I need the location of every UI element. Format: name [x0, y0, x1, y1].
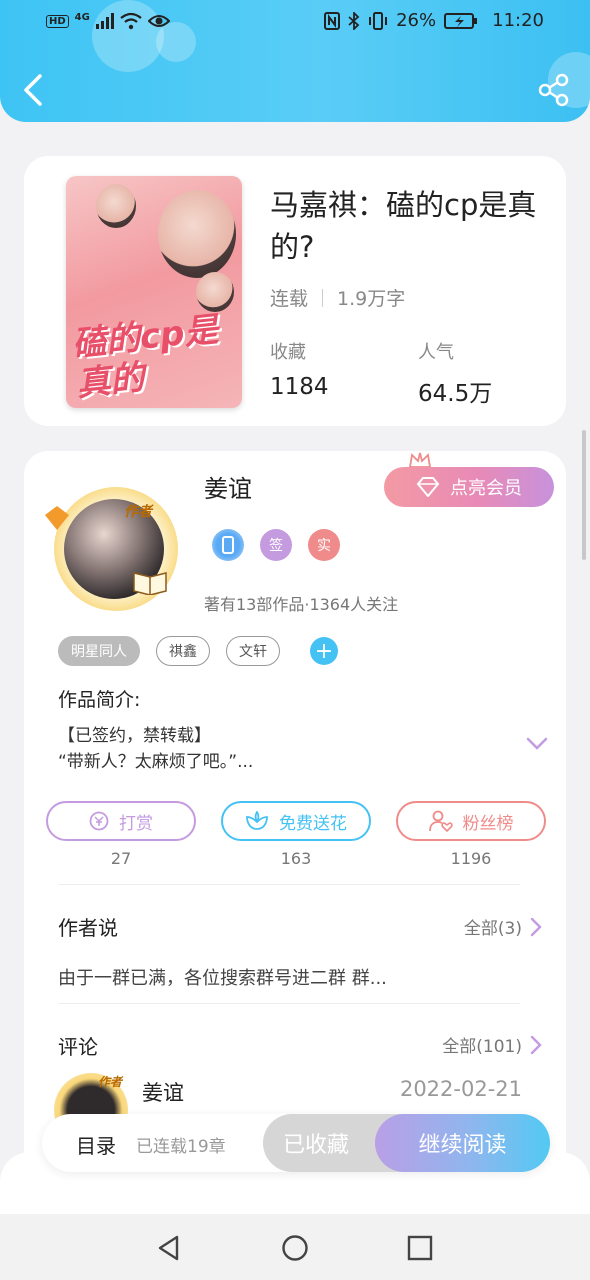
- activate-vip-button[interactable]: 点亮会员: [384, 467, 554, 507]
- reward-count: 27: [110, 849, 132, 868]
- author-avatar[interactable]: 作者: [40, 483, 194, 611]
- flower-icon: [246, 811, 268, 830]
- action-row: 打赏 27 免费送花 163 粉丝榜 1196: [46, 801, 546, 868]
- fan-ranking-button[interactable]: 粉丝榜: [396, 801, 546, 841]
- nav-home-icon[interactable]: [281, 1234, 309, 1262]
- book-word-count: 1.9万字: [337, 288, 406, 310]
- coin-icon: [89, 811, 109, 831]
- author-badges: 签 实: [212, 529, 340, 561]
- scrollbar[interactable]: [582, 430, 586, 560]
- book-title: 马嘉祺：磕的cp是真的?: [270, 188, 537, 264]
- book-status: 连载: [270, 288, 309, 310]
- favorites-value: 1184: [270, 374, 329, 400]
- phone-badge-icon: [212, 529, 244, 561]
- cover-portrait: [158, 190, 236, 278]
- comment-author-name[interactable]: 姜谊: [142, 1077, 184, 1107]
- comments-title: 评论: [58, 1035, 98, 1059]
- meta-divider: [322, 288, 324, 307]
- verified-badge: 实: [308, 529, 340, 561]
- tag-chip[interactable]: 祺鑫: [156, 636, 210, 666]
- cover-portrait-small: [196, 272, 234, 312]
- intro-line: “带新人？太麻烦了吧。”...: [58, 752, 254, 772]
- fans-count: 1196: [450, 849, 492, 868]
- chevron-right-icon: [530, 1035, 542, 1054]
- author-says-text[interactable]: 由于一群已满，各位搜索群号进二群 群...: [58, 964, 387, 990]
- eye-icon: [147, 15, 170, 27]
- table-of-contents-button[interactable]: 目录: [76, 1130, 116, 1159]
- comments-more-link[interactable]: 全部(101): [442, 1032, 542, 1057]
- comments-more-label: 全部(101): [442, 1037, 522, 1057]
- divider: [58, 884, 520, 885]
- vibrate-icon: [369, 11, 388, 30]
- system-nav-bar: [0, 1214, 590, 1280]
- intro-line: 【已签约，禁转载】: [58, 726, 211, 746]
- vip-label: 点亮会员: [450, 478, 522, 499]
- tag-chip[interactable]: 文轩: [226, 636, 280, 666]
- comment-date: 2022-02-21: [399, 1077, 522, 1101]
- hd-icon: HD: [46, 14, 69, 28]
- nfc-icon: [324, 11, 341, 30]
- popularity-value: 64.5万: [418, 381, 493, 407]
- signal-icon: [95, 13, 114, 29]
- popularity-stat: 人气 64.5万: [418, 338, 492, 408]
- battery-percent: 26%: [396, 10, 437, 31]
- continue-reading-label: 继续阅读: [418, 1133, 507, 1158]
- cover-title-art: 磕的cp是真的: [70, 309, 221, 405]
- collected-label: 已收藏: [282, 1133, 349, 1158]
- gem-icon: [45, 506, 69, 530]
- popularity-label: 人气: [418, 342, 454, 363]
- book-cover[interactable]: 磕的cp是真的: [66, 176, 242, 408]
- battery-icon: [444, 12, 478, 29]
- chevron-down-icon[interactable]: [526, 737, 548, 751]
- book-icon: [133, 572, 167, 595]
- reward-action: 打赏 27: [46, 801, 196, 868]
- fans-action: 粉丝榜 1196: [396, 801, 546, 868]
- author-frame-tag: 作者: [124, 504, 152, 520]
- author-card: 作者 姜谊 点亮会员 签 实 著有13部作品·1364人关注 明星同人 祺鑫 文…: [24, 451, 566, 1211]
- network-label: 4G: [74, 11, 90, 23]
- free-flower-button[interactable]: 免费送花: [221, 801, 371, 841]
- fan-ranking-label: 粉丝榜: [462, 813, 514, 834]
- author-says-title: 作者说: [58, 916, 118, 940]
- reward-label: 打赏: [119, 813, 153, 834]
- divider: [58, 1003, 520, 1004]
- wifi-icon: [120, 12, 142, 30]
- bottom-action-bar: 目录 已连载19章 已收藏 继续阅读: [42, 1114, 550, 1172]
- nav-recents-icon[interactable]: [406, 1234, 434, 1262]
- fan-heart-icon: [428, 810, 453, 832]
- chapter-count: 已连载19章: [136, 1137, 226, 1157]
- author-stats: 著有13部作品·1364人关注: [204, 595, 399, 614]
- diamond-icon: [416, 477, 440, 497]
- back-icon[interactable]: [18, 72, 50, 108]
- intro-text[interactable]: 【已签约，禁转载】 “带新人？太麻烦了吧。”...: [58, 723, 253, 775]
- clock: 11:20: [492, 10, 544, 31]
- book-meta: 连载 1.9万字: [270, 284, 405, 311]
- favorites-stat: 收藏 1184: [270, 338, 329, 400]
- tag-list: 明星同人 祺鑫 文轩 +: [58, 636, 338, 666]
- free-flower-label: 免费送花: [279, 813, 347, 834]
- flower-action: 免费送花 163: [221, 801, 371, 868]
- reward-button[interactable]: 打赏: [46, 801, 196, 841]
- share-icon[interactable]: [538, 72, 570, 108]
- add-tag-icon[interactable]: +: [310, 637, 338, 665]
- author-name[interactable]: 姜谊: [204, 469, 252, 504]
- chevron-right-icon: [530, 917, 542, 936]
- favorites-label: 收藏: [270, 342, 306, 363]
- comment-avatar-tag: 作者: [98, 1075, 123, 1089]
- intro-title: 作品简介:: [58, 689, 141, 711]
- continue-reading-button[interactable]: 继续阅读: [375, 1114, 550, 1172]
- header-bar: HD 4G 26% 11:20: [0, 0, 590, 122]
- tag-chip[interactable]: 明星同人: [58, 636, 140, 666]
- status-bar: HD 4G 26% 11:20: [0, 0, 590, 44]
- bluetooth-icon: [348, 11, 360, 30]
- cover-portrait-small: [96, 184, 136, 228]
- signed-badge: 签: [260, 529, 292, 561]
- author-says-more-label: 全部(3): [463, 919, 522, 939]
- book-info-card: 磕的cp是真的 马嘉祺：磕的cp是真的? 连载 1.9万字 收藏 1184 人气…: [24, 156, 566, 426]
- author-says-more-link[interactable]: 全部(3): [464, 914, 542, 939]
- flower-count: 163: [280, 849, 312, 868]
- nav-back-icon[interactable]: [155, 1234, 183, 1262]
